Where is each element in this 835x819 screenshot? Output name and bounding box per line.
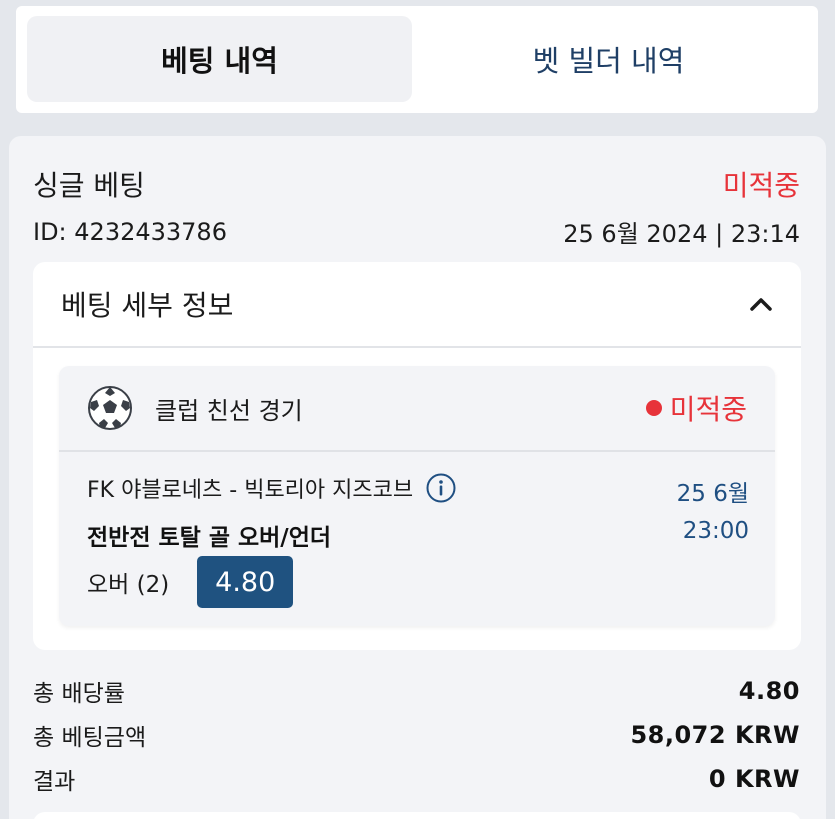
market-name: 전반전 토탈 골 오버/언더 xyxy=(87,525,332,551)
bet-datetime: 25 6월 2024 | 23:14 xyxy=(563,220,800,248)
pick-row: 오버 (2) 4.80 xyxy=(87,556,294,608)
match-name: FK 야블로네츠 - 빅토리아 지즈코브 xyxy=(87,478,414,503)
status-dot-icon xyxy=(645,400,662,416)
tab-bar-container: 베팅 내역 벳 빌더 내역 xyxy=(0,0,835,125)
pick-label: 오버 (2) xyxy=(87,572,170,598)
odds-badge: 4.80 xyxy=(197,556,294,608)
soccer-ball-icon xyxy=(88,386,132,430)
selection-header: 클럽 친선 경기 미적중 xyxy=(59,366,775,452)
tab-bet-builder-history[interactable]: 벳 빌더 내역 xyxy=(416,16,801,102)
summary-total-odds: 총 배당률 4.80 xyxy=(33,674,800,708)
match-time: 23:00 xyxy=(682,518,749,544)
summary-value: 58,072 KRW xyxy=(630,721,800,749)
summary-label: 총 베팅금액 xyxy=(33,725,147,751)
summary-label: 총 배당률 xyxy=(33,681,125,707)
bet-card: 싱글 베팅 미적중 ID: 4232433786 25 6월 2024 | 23… xyxy=(9,136,826,819)
chevron-up-icon[interactable] xyxy=(749,296,773,312)
bet-type: 싱글 베팅 xyxy=(33,169,145,202)
selection-card: 클럽 친선 경기 미적중 FK 야블로네츠 - 빅토리아 지즈코브 전반전 토탈… xyxy=(59,366,775,626)
selection-status: 미적중 xyxy=(645,388,747,428)
tab-bar: 베팅 내역 벳 빌더 내역 xyxy=(16,6,818,113)
bet-details-title: 베팅 세부 정보 xyxy=(61,289,234,322)
bet-header-row: 싱글 베팅 미적중 xyxy=(33,164,800,204)
summary-result: 결과 0 KRW xyxy=(33,762,800,796)
summary-value: 4.80 xyxy=(738,677,800,705)
summary-label: 결과 xyxy=(33,769,76,795)
match-line: FK 야블로네츠 - 빅토리아 지즈코브 xyxy=(87,472,457,504)
selection-status-label: 미적중 xyxy=(669,393,747,426)
summary-total-stake: 총 베팅금액 58,072 KRW xyxy=(33,718,800,752)
summary-value: 0 KRW xyxy=(708,765,800,793)
bet-status: 미적중 xyxy=(722,169,800,202)
bet-details-panel: 베팅 세부 정보 클럽 친선 경기 미적중 FK 야블로네츠 - 빅토리아 지즈… xyxy=(33,262,801,650)
competition-name: 클럽 친선 경기 xyxy=(155,396,303,425)
tab-bet-history[interactable]: 베팅 내역 xyxy=(27,16,412,102)
bet-id: ID: 4232433786 xyxy=(33,217,227,246)
info-icon[interactable] xyxy=(425,472,457,504)
next-panel xyxy=(33,812,801,819)
bet-meta-row: ID: 4232433786 25 6월 2024 | 23:14 xyxy=(33,214,800,249)
bet-details-header[interactable]: 베팅 세부 정보 xyxy=(33,262,801,348)
match-date: 25 6월 xyxy=(676,481,749,507)
